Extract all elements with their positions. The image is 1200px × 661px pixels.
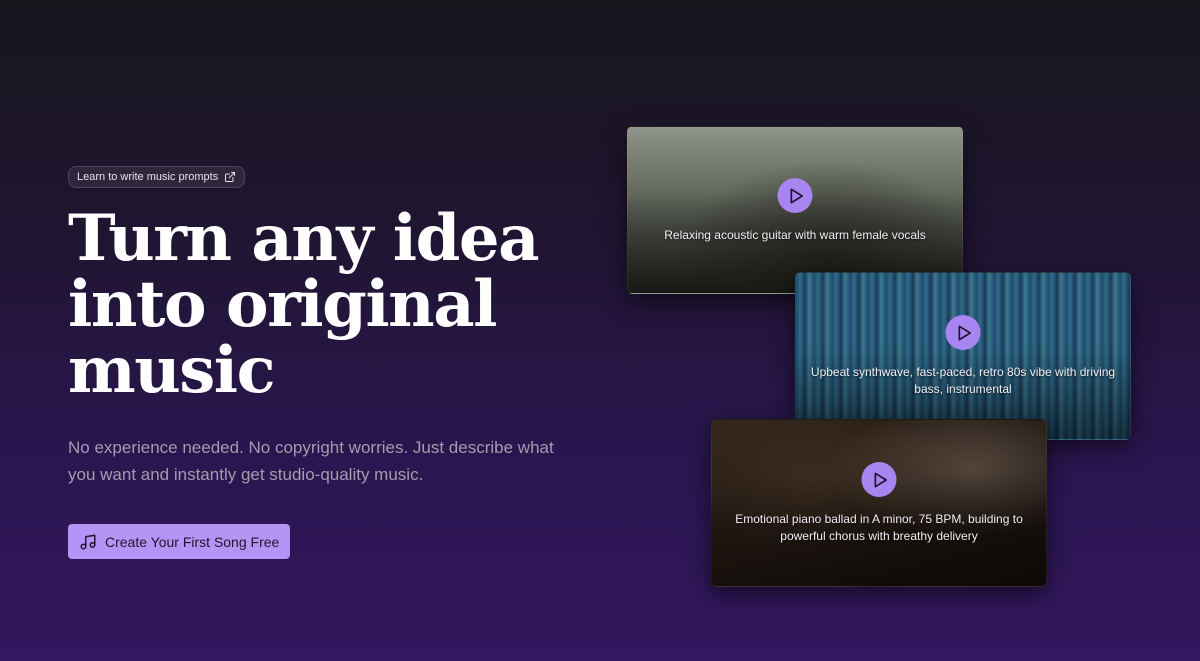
- external-link-icon: [224, 171, 236, 183]
- page-title: Turn any idea into original music: [68, 206, 588, 404]
- play-button[interactable]: [861, 462, 897, 497]
- card-caption: Emotional piano ballad in A minor, 75 BP…: [735, 512, 1023, 543]
- play-icon: [874, 472, 887, 487]
- play-icon: [958, 325, 971, 340]
- learn-prompts-label: Learn to write music prompts: [77, 171, 219, 183]
- hero-subcopy: No experience needed. No copyright worri…: [68, 438, 554, 484]
- card-caption: Relaxing acoustic guitar with warm femal…: [664, 228, 926, 242]
- play-button[interactable]: [777, 178, 813, 213]
- sample-card-synthwave[interactable]: Upbeat synthwave, fast-paced, retro 80s …: [795, 272, 1131, 440]
- headline-line-3: music: [68, 333, 276, 408]
- play-button[interactable]: [945, 315, 981, 350]
- hero-section: Learn to write music prompts Turn any id…: [68, 166, 588, 559]
- music-note-icon: [79, 533, 97, 551]
- create-first-song-label: Create Your First Song Free: [105, 533, 280, 550]
- play-icon: [790, 188, 803, 203]
- sample-card-piano[interactable]: Emotional piano ballad in A minor, 75 BP…: [711, 419, 1047, 587]
- sample-card-acoustic[interactable]: Relaxing acoustic guitar with warm femal…: [627, 126, 963, 294]
- headline-line-2: into original: [68, 267, 497, 342]
- headline-line-1: Turn any idea: [68, 201, 540, 276]
- create-first-song-button[interactable]: Create Your First Song Free: [68, 524, 291, 559]
- card-caption: Upbeat synthwave, fast-paced, retro 80s …: [810, 365, 1116, 396]
- learn-prompts-link[interactable]: Learn to write music prompts: [68, 166, 246, 188]
